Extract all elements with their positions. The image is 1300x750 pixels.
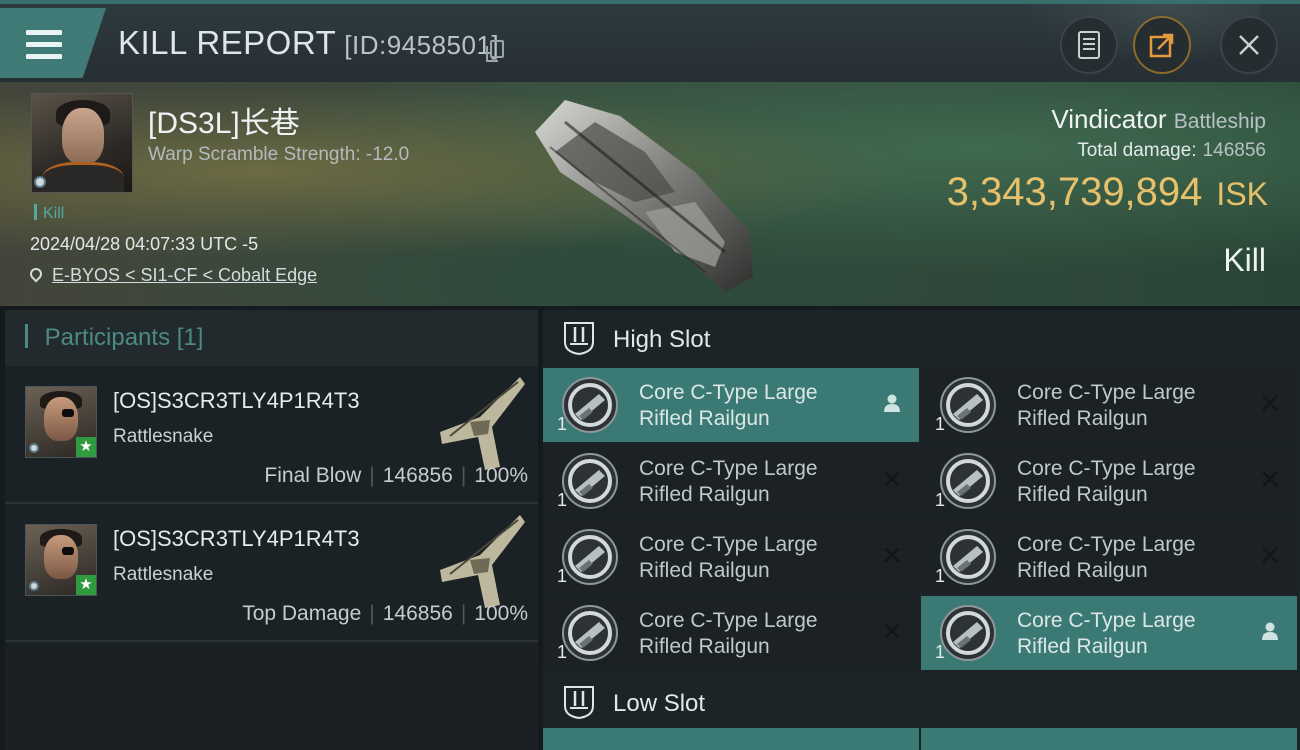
hamburger-icon [26,30,62,66]
participant-stats: Final Blow | 146856 | 100% [264,464,528,487]
page-title: KILL REPORT [ID:9458501] [118,24,500,61]
corp-icon [29,443,39,453]
corp-icon [34,176,46,188]
railgun-icon [559,374,621,436]
module-slot[interactable]: 1 Core C-Type Large Rifled Railgun [921,444,1297,518]
module-name: Core C-Type Large Rifled Railgun [639,533,818,582]
module-quantity: 1 [557,490,568,510]
railgun-icon [559,526,621,588]
participant-avatar[interactable]: ★ [25,524,97,596]
module-name: Core C-Type Large Rifled Railgun [1017,533,1196,582]
module-quantity: 1 [557,566,568,586]
module-name: Core C-Type Large Rifled Railgun [639,457,818,506]
low-slot-header: Low Slot [543,674,1300,732]
module-name: Core C-Type Large Rifled Railgun [639,609,818,658]
kill-location[interactable]: E-BYOS < SI1-CF < Cobalt Edge [27,265,317,286]
module-name: Core C-Type Large Rifled Railgun [639,381,818,430]
victim-ship-name: Vindicator Battleship [1051,104,1266,134]
module-slot[interactable]: 1 Core C-Type Large Rifled Railgun [543,596,919,670]
victim-portrait[interactable] [31,93,133,193]
module-slot[interactable]: 1 Core C-Type Large Rifled Railgun [543,368,919,442]
warp-scramble-strength: Warp Scramble Strength: -12.0 [148,144,410,165]
participant-name: [OS]S3CR3TLY4P1R4T3 [113,388,360,413]
destroyed-x-icon [881,620,903,642]
high-slot-header: High Slot [543,310,1300,368]
copy-icon[interactable] [486,40,504,62]
low-slot-icon [564,686,594,720]
share-icon [1149,33,1174,58]
star-icon: ★ [76,575,96,595]
participant-ship-image [440,377,525,470]
railgun-icon [937,374,999,436]
top-bar: KILL REPORT [ID:9458501] [0,0,1300,82]
module-quantity: 1 [557,642,568,662]
railgun-icon [937,526,999,588]
share-button[interactable] [1133,16,1191,74]
railgun-icon [937,450,999,512]
total-damage: Total damage: 146856 [1077,140,1266,161]
participant-row[interactable]: ★ [OS]S3CR3TLY4P1R4T3 Rattlesnake Final … [5,366,538,504]
low-slot-item[interactable] [921,728,1297,750]
victim-panel: [DS3L]长巷 Warp Scramble Strength: -12.0 K… [0,82,1300,306]
module-slot[interactable]: 1 Core C-Type Large Rifled Railgun [543,520,919,594]
participant-ship: Rattlesnake [113,426,214,447]
module-quantity: 1 [557,414,568,434]
fitting-panel: High Slot 1 Core C-Type Large Rifled Railg… [543,310,1300,750]
destroyed-x-icon [1259,544,1281,566]
low-slot-item[interactable] [543,728,919,750]
star-icon: ★ [76,437,96,457]
participants-header: Participants [1] [5,310,538,366]
participant-avatar[interactable]: ★ [25,386,97,458]
destroyed-x-icon [1259,392,1281,414]
module-quantity: 1 [935,490,946,510]
destroyed-x-icon [881,544,903,566]
module-name: Core C-Type Large Rifled Railgun [1017,457,1196,506]
railgun-icon [559,450,621,512]
module-quantity: 1 [935,566,946,586]
railgun-icon [559,602,621,664]
pilot-icon [1259,620,1281,642]
location-pin-icon [27,265,45,283]
module-quantity: 1 [935,642,946,662]
close-icon [1239,35,1259,55]
module-name: Core C-Type Large Rifled Railgun [1017,381,1196,430]
kill-tag: Kill [34,204,64,223]
kill-result: Kill [1223,242,1266,278]
participant-ship-image [440,515,525,608]
corp-icon [29,581,39,591]
module-slot[interactable]: 1 Core C-Type Large Rifled Railgun [921,596,1297,670]
close-button[interactable] [1220,16,1278,74]
victim-ship-image [535,100,753,292]
participants-panel: Participants [1] ★ [OS]S3CR3TLY4P1R4T3 R… [5,310,538,750]
participant-name: [OS]S3CR3TLY4P1R4T3 [113,526,360,551]
module-slot[interactable]: 1 Core C-Type Large Rifled Railgun [543,444,919,518]
menu-button[interactable] [0,8,106,78]
participant-ship: Rattlesnake [113,564,214,585]
module-name: Core C-Type Large Rifled Railgun [1017,609,1196,658]
module-slot[interactable]: 1 Core C-Type Large Rifled Railgun [921,368,1297,442]
destroyed-x-icon [881,468,903,490]
participant-row[interactable]: ★ [OS]S3CR3TLY4P1R4T3 Rattlesnake Top Da… [5,504,538,642]
kill-datetime: 2024/04/28 04:07:33 UTC -5 [30,234,259,254]
railgun-icon [937,602,999,664]
participant-stats: Top Damage | 146856 | 100% [242,602,528,625]
module-quantity: 1 [935,414,946,434]
document-icon [1078,31,1100,59]
document-button[interactable] [1060,16,1118,74]
module-slot[interactable]: 1 Core C-Type Large Rifled Railgun [921,520,1297,594]
victim-name: [DS3L]长巷 [148,107,300,140]
pilot-icon [881,392,903,414]
kill-id: [ID:9458501] [344,30,500,60]
isk-value: 3,343,739,894 ISK [946,170,1268,214]
destroyed-x-icon [1259,468,1281,490]
high-slot-icon [564,322,594,356]
